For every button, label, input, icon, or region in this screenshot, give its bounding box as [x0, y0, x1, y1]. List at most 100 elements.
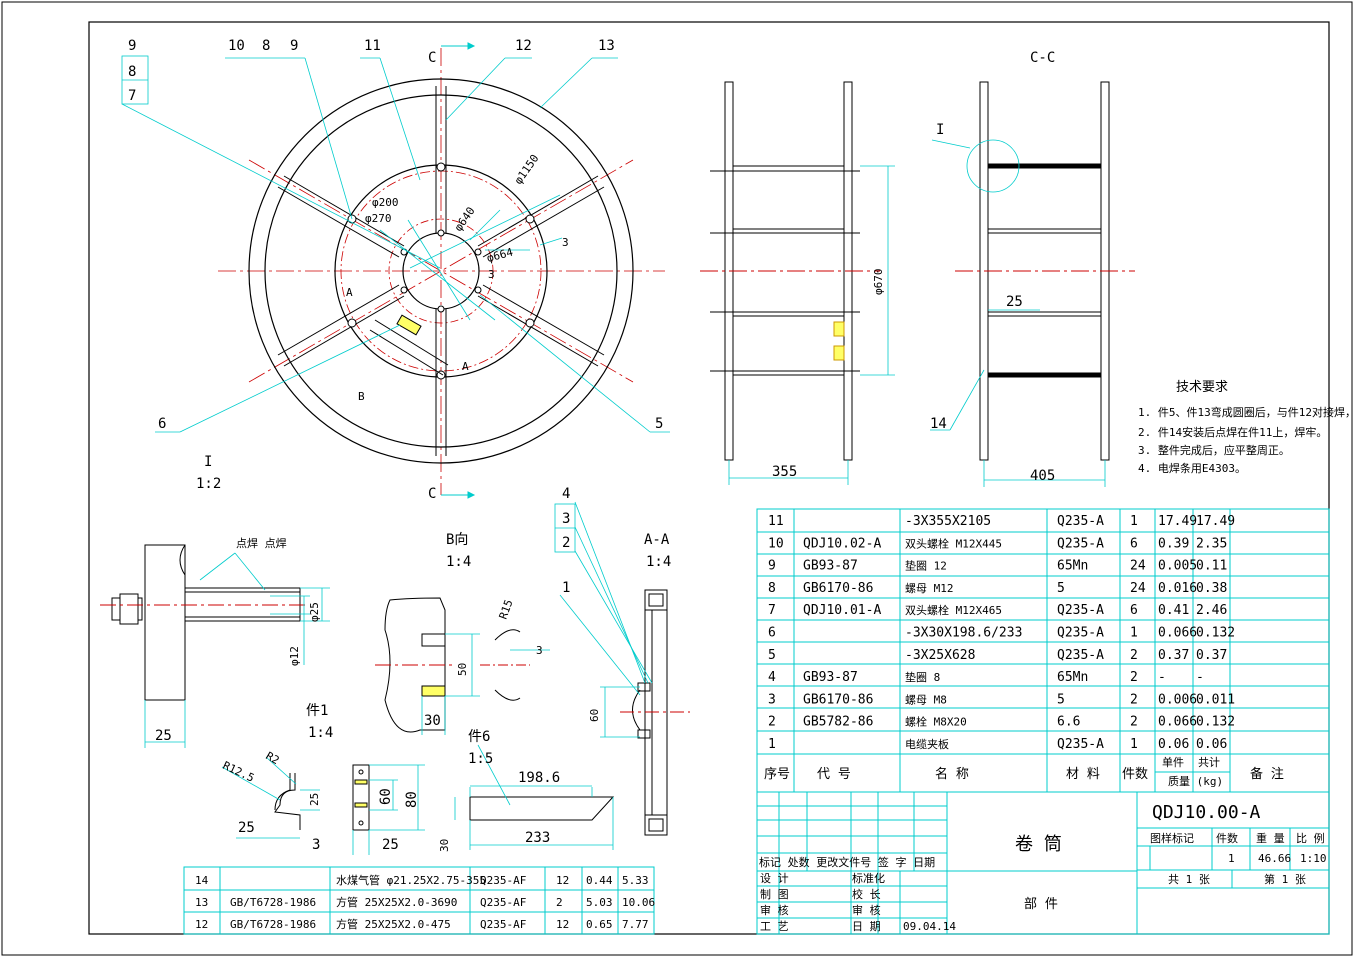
bom-cell-unit: 0.066 [1158, 715, 1197, 730]
sig-std: 标准化 [852, 871, 885, 885]
bom-cell-qty: 6 [1130, 536, 1138, 551]
bom-cell-unit: 0.37 [1158, 648, 1189, 663]
sig-approve: 审 核 [852, 903, 881, 917]
bom-cell-material: 65Mn [1057, 670, 1088, 685]
bom-cell-no: 7 [768, 603, 776, 618]
hdr-scale: 比 例 [1296, 831, 1325, 845]
balloon-5: 5 [655, 416, 663, 432]
bom-cell-material: 65Mn [1057, 559, 1088, 574]
dim-3b: 3 [488, 268, 495, 281]
bom-cell-unit: 0.06 [1158, 737, 1189, 752]
bom-cell-name: 垫圈 8 [905, 670, 940, 684]
dim-p1-25b: 25 [238, 820, 255, 836]
dim-i-d25: φ25 [308, 602, 321, 622]
bom-cell-qty: 1 [1130, 626, 1138, 641]
bom-cell-material: Q235-A [1057, 603, 1104, 618]
bom-cell-total: 0.132 [1196, 715, 1235, 730]
bom-cell-total: 0.38 [1196, 581, 1227, 596]
drawing-name: 卷 筒 [1015, 834, 1062, 855]
bom-cell-qty: 2 [1130, 670, 1138, 685]
bom-cell-unit: 0.006 [1158, 692, 1197, 707]
dim-d270: φ270 [365, 212, 392, 225]
dim-p1-r12: R12.5 [221, 759, 257, 785]
svg-text:件数: 件数 [1122, 767, 1148, 782]
bom-cell-total: 0.06 [1196, 737, 1227, 752]
bom-cell-no: 9 [768, 559, 776, 574]
detail-i-scale: 1:2 [196, 476, 221, 492]
bom-cell-qty: 24 [1130, 559, 1146, 574]
tech-req-1: 1. 件5、件13弯成圆圈后，与件12对接焊，焊牢。 [1138, 405, 1354, 419]
tech-req-3: 3. 整件完成后，应平整周正。 [1138, 443, 1290, 457]
balloon-11: 11 [364, 38, 381, 54]
svg-text:序号: 序号 [764, 767, 790, 782]
dim-aa-60: 60 [588, 709, 601, 722]
bom-cell-no: 8 [768, 581, 776, 596]
sig-headers: 标记 处数 更改文件号 签 字 日期 [759, 855, 935, 869]
label-a-top: A [346, 286, 353, 299]
balloon-1: 1 [562, 580, 570, 596]
dim-b-r15: R15 [497, 598, 516, 621]
bom-cell-qty: 24 [1130, 581, 1146, 596]
svg-text:12: 12 [556, 874, 569, 887]
bom-cell-name: 双头螺栓 M12X445 [905, 536, 1002, 550]
bom-cell-material: 5 [1057, 692, 1065, 707]
side-view-drum [700, 81, 880, 461]
bom-cell-code: QDJ10.01-A [803, 603, 881, 618]
balloon-7: 7 [128, 88, 136, 104]
bom-cell-unit: 0.066 [1158, 626, 1197, 641]
cad-drawing-sheet: 9 8 7 10 8 9 11 12 13 6 5 14 4 3 2 1 C C… [1, 1, 1354, 956]
dim-p1-60: 60 [378, 788, 394, 805]
section-c-top: C [428, 50, 436, 66]
bom-cell-qty: 1 [1130, 514, 1138, 529]
part-type: 部 件 [1024, 897, 1058, 912]
svg-text:0.44: 0.44 [586, 874, 613, 887]
dim-p1-r2: R2 [264, 749, 282, 767]
bom-cell-qty: 2 [1130, 648, 1138, 663]
dim-p1-3: 3 [312, 837, 320, 853]
svg-text:5.33: 5.33 [622, 874, 649, 887]
bom-cell-total: 2.46 [1196, 603, 1227, 618]
svg-text:方管 25X25X2.0-3690: 方管 25X25X2.0-3690 [336, 895, 457, 909]
bom-cell-no: 11 [768, 514, 784, 529]
bom-cell-name: 电缆夹板 [905, 737, 949, 751]
svg-text:方管 25X25X2.0-475: 方管 25X25X2.0-475 [336, 917, 451, 931]
dim-d664: φ664 [485, 245, 514, 265]
dim-405: 405 [1030, 468, 1055, 484]
balloon-10: 10 [228, 38, 245, 54]
dim-p1-25a: 25 [308, 793, 321, 806]
label-b: B [358, 390, 365, 403]
bom-cell-unit: - [1158, 670, 1166, 685]
drawing-date: 09.04.14 [903, 920, 956, 933]
sig-draw: 制 图 [760, 888, 789, 901]
bom-cell-name: -3X30X198.6/233 [905, 626, 1022, 641]
view-aa [620, 589, 690, 836]
part6-scale: 1:5 [468, 751, 493, 767]
bom-cell-no: 3 [768, 692, 776, 707]
balloon-2: 2 [562, 535, 570, 551]
bom-cell-unit: 0.39 [1158, 536, 1189, 551]
svg-text:代 号: 代 号 [817, 767, 851, 782]
bom-cell-unit: 17.49 [1158, 514, 1197, 529]
bom-cell-no: 1 [768, 737, 776, 752]
balloon-8b: 8 [262, 38, 270, 54]
bom-cell-unit: 0.005 [1158, 559, 1197, 574]
svg-text:GB/T6728-1986: GB/T6728-1986 [230, 896, 316, 909]
balloon-13: 13 [598, 38, 615, 54]
bom-cell-total: 0.132 [1196, 626, 1235, 641]
part6-title: 件6 [468, 729, 490, 745]
svg-text:材 料: 材 料 [1066, 767, 1100, 782]
bom-cell-total: 0.011 [1196, 692, 1235, 707]
bom-cell-total: 17.49 [1196, 514, 1235, 529]
view-b-title: B向 [446, 532, 468, 548]
hdr-mark: 图样标记 [1150, 831, 1194, 845]
bom-cell-no: 6 [768, 626, 776, 641]
svg-text:名 称: 名 称 [935, 766, 969, 782]
sig-craft: 工 艺 [760, 920, 789, 933]
tech-req-4: 4. 电焊条用E4303。 [1138, 461, 1246, 475]
spot-weld-note: 点焊 点焊 [236, 536, 287, 550]
bom-cell-code: GB6170-86 [803, 581, 873, 596]
bom-cell-total: - [1196, 670, 1204, 685]
balloon-3: 3 [562, 511, 570, 527]
svg-text:质量 (kg): 质量 (kg) [1168, 775, 1223, 788]
dim-b-30: 30 [424, 713, 441, 729]
